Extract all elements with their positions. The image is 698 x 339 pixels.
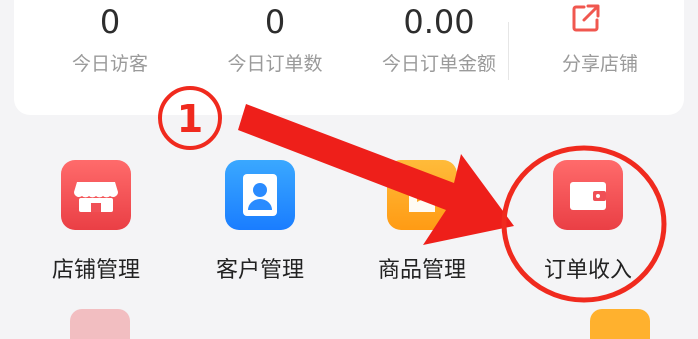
stat-divider — [508, 22, 509, 80]
goods-icon — [387, 160, 457, 230]
menu-item-customer-management[interactable]: 客户管理 — [190, 160, 330, 290]
share-store-label: 分享店铺 — [561, 53, 638, 75]
menu-label: 客户管理 — [215, 258, 304, 283]
stat-label: 今日订单金额 — [381, 53, 496, 75]
store-icon — [61, 160, 131, 230]
menu-item-store-management[interactable]: 店铺管理 — [26, 160, 166, 290]
menu-item-goods-management[interactable]: 商品管理 — [352, 160, 492, 290]
stat-value: 0 — [264, 3, 286, 41]
stat-label: 今日订单数 — [227, 53, 323, 75]
customer-icon — [225, 160, 295, 230]
stat-value: 0 — [99, 3, 121, 41]
wallet-icon — [553, 160, 623, 230]
menu-label: 订单收入 — [543, 258, 632, 283]
stats-card: 0 今日访客 0 今日订单数 0.00 今日订单金额 分享店铺 — [14, 0, 684, 115]
menu-label: 店铺管理 — [51, 258, 140, 283]
next-row-icon — [70, 309, 130, 339]
stat-label: 今日访客 — [71, 53, 148, 75]
share-icon — [572, 4, 600, 32]
stat-value: 0.00 — [403, 3, 475, 41]
next-row-icon — [590, 309, 650, 339]
menu-item-order-income[interactable]: 订单收入 — [518, 160, 658, 290]
menu-label: 商品管理 — [377, 258, 466, 283]
